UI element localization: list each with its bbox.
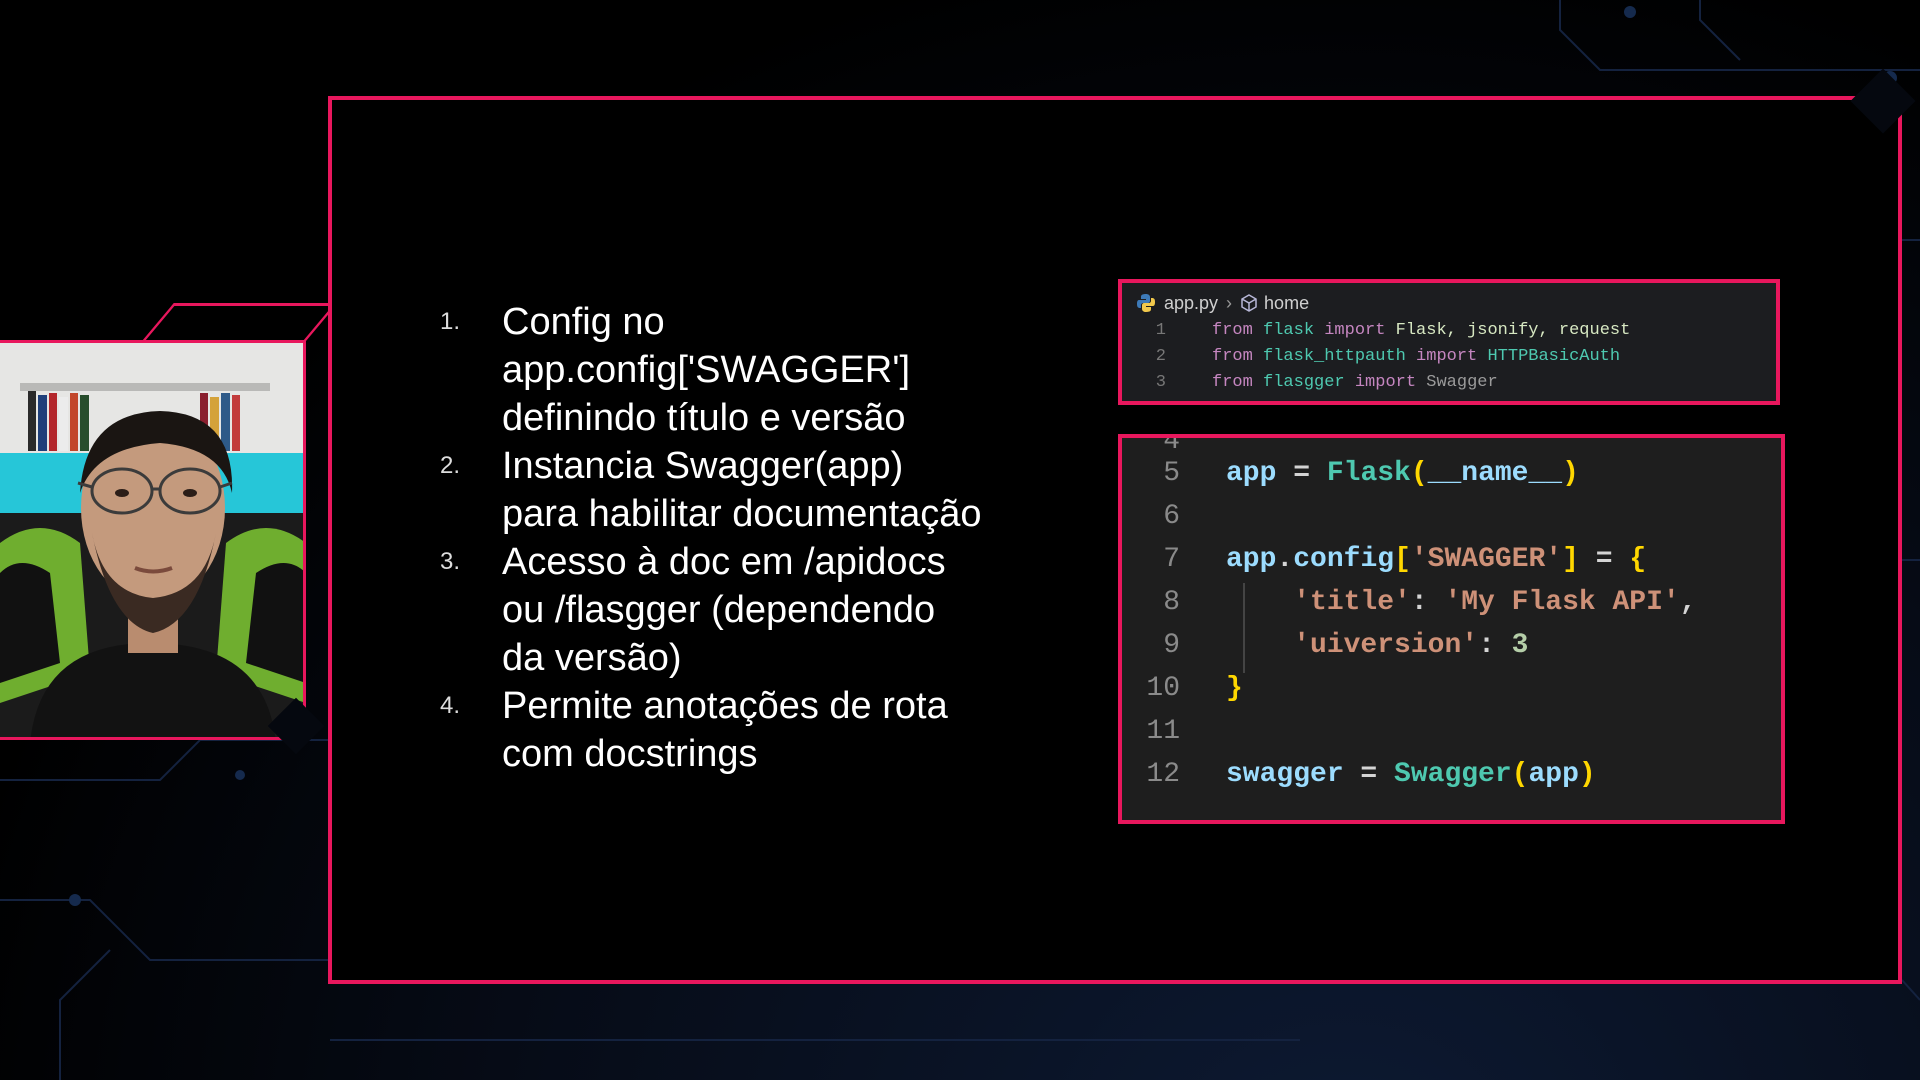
code-token: : xyxy=(1478,630,1512,661)
code-token: flasgger xyxy=(1252,372,1355,392)
code-token: from xyxy=(1212,346,1253,366)
code-token: flask xyxy=(1252,320,1325,340)
code-token: app xyxy=(1226,544,1277,575)
list-item: 3. Acesso à doc em /apidocs ou /flasgger… xyxy=(440,538,1040,682)
code-line: 5 app = Flask(__name__) xyxy=(1122,452,1781,495)
bullet-list: 1. Config no app.config['SWAGGER'] defin… xyxy=(440,298,1040,778)
list-text: Permite anotações de rota com docstrings xyxy=(502,685,948,775)
code-token: , xyxy=(1679,587,1697,618)
code-token: : xyxy=(1410,587,1445,618)
line-number: 5 xyxy=(1163,458,1180,489)
line-number: 6 xyxy=(1163,501,1180,532)
code-token: Flask, jsonify, request xyxy=(1385,320,1631,340)
code-token: { xyxy=(1629,544,1647,575)
code-token: 3 xyxy=(1511,630,1529,661)
code-token: ( xyxy=(1511,759,1529,790)
line-number: 9 xyxy=(1163,630,1180,661)
code-token: ] xyxy=(1562,544,1579,575)
code-token: 'SWAGGER' xyxy=(1410,544,1563,575)
code-token: swagger xyxy=(1226,759,1344,790)
line-number: 8 xyxy=(1163,587,1180,618)
code-line: 9 'uiversion': 3 xyxy=(1122,624,1781,667)
code-token: from xyxy=(1212,372,1253,392)
code-imports-panel: app.py › home 1 from flask import Flask,… xyxy=(1118,279,1780,405)
code-token: Swagger xyxy=(1416,372,1498,392)
line-number: 1 xyxy=(1155,320,1166,340)
list-text: Instancia Swagger(app) para habilitar do… xyxy=(502,445,982,535)
code-token: Flask xyxy=(1326,458,1411,489)
code-line: 7 app. config['SWAGGER'] = { xyxy=(1122,538,1781,581)
code-token: import xyxy=(1354,372,1417,392)
list-item: 1. Config no app.config['SWAGGER'] defin… xyxy=(440,298,1040,442)
breadcrumb-file[interactable]: app.py xyxy=(1164,293,1218,314)
line-number: 11 xyxy=(1146,716,1180,747)
code-token: 'title' xyxy=(1293,587,1411,618)
code-token: = xyxy=(1578,544,1630,575)
line-number: 3 xyxy=(1155,372,1166,392)
list-number: 1. xyxy=(440,308,461,335)
code-token: ) xyxy=(1578,759,1596,790)
webcam-feed xyxy=(0,340,306,740)
cube-icon xyxy=(1241,294,1257,312)
code-line: 12 swagger = Swagger(app) xyxy=(1122,753,1781,796)
code-token: app xyxy=(1528,759,1579,790)
code-line: 8 'title': 'My Flask API', xyxy=(1122,581,1781,624)
code-line: 11 xyxy=(1122,710,1781,753)
code-token: ) xyxy=(1562,458,1579,489)
code-token: HTTPBasicAuth xyxy=(1477,346,1621,366)
list-number: 3. xyxy=(440,548,461,575)
line-number: 7 xyxy=(1163,544,1180,575)
list-text: Acesso à doc em /apidocs ou /flasgger (d… xyxy=(502,541,946,679)
code-line: 2 from flask_httpauth import HTTPBasicAu… xyxy=(1122,343,1776,369)
code-token: } xyxy=(1226,673,1243,704)
code-token: 'uiversion' xyxy=(1293,630,1479,661)
code-token: from xyxy=(1212,320,1253,340)
list-item: 2. Instancia Swagger(app) para habilitar… xyxy=(440,442,1040,538)
line-number: 12 xyxy=(1146,759,1180,790)
line-number: 2 xyxy=(1155,346,1166,366)
list-number: 2. xyxy=(440,452,461,479)
code-editor-panel: 4 5 app = Flask(__name__) 6 7 app. config['… xyxy=(1118,434,1785,824)
presenter-video xyxy=(0,343,303,737)
code-token: 'My Flask API' xyxy=(1444,587,1680,618)
webcam-frame-tab xyxy=(142,303,338,341)
chevron-right-icon: › xyxy=(1226,292,1233,313)
code-token: . xyxy=(1276,544,1294,575)
code-line: 1 from flask import Flask, jsonify, requ… xyxy=(1122,317,1776,343)
code-token: __name__ xyxy=(1427,458,1563,489)
code-line: 3 from flasgger import Swagger xyxy=(1122,369,1776,395)
code-token: [ xyxy=(1394,544,1411,575)
code-token: import xyxy=(1324,320,1386,340)
line-number: 10 xyxy=(1146,673,1180,704)
code-token: Swagger xyxy=(1394,759,1512,790)
breadcrumb: app.py › home xyxy=(1122,289,1776,317)
code-token: flask_httpauth xyxy=(1252,346,1417,366)
list-item: 4. Permite anotações de rota com docstri… xyxy=(440,682,1040,778)
list-text: Config no app.config['SWAGGER'] definind… xyxy=(502,301,911,439)
list-number: 4. xyxy=(440,692,461,719)
indent-guide xyxy=(1243,583,1245,673)
python-icon xyxy=(1137,294,1155,312)
code-line: 10} xyxy=(1122,667,1781,710)
code-token: = xyxy=(1276,458,1327,489)
line-number: 4 xyxy=(1163,434,1180,457)
code-token: = xyxy=(1343,759,1395,790)
code-token: config xyxy=(1293,544,1395,575)
code-token: import xyxy=(1416,346,1478,366)
code-token: ( xyxy=(1410,458,1428,489)
breadcrumb-symbol[interactable]: home xyxy=(1264,293,1309,314)
code-token: app xyxy=(1226,458,1277,489)
code-line: 4 xyxy=(1122,438,1781,457)
code-line: 6 xyxy=(1122,495,1781,538)
